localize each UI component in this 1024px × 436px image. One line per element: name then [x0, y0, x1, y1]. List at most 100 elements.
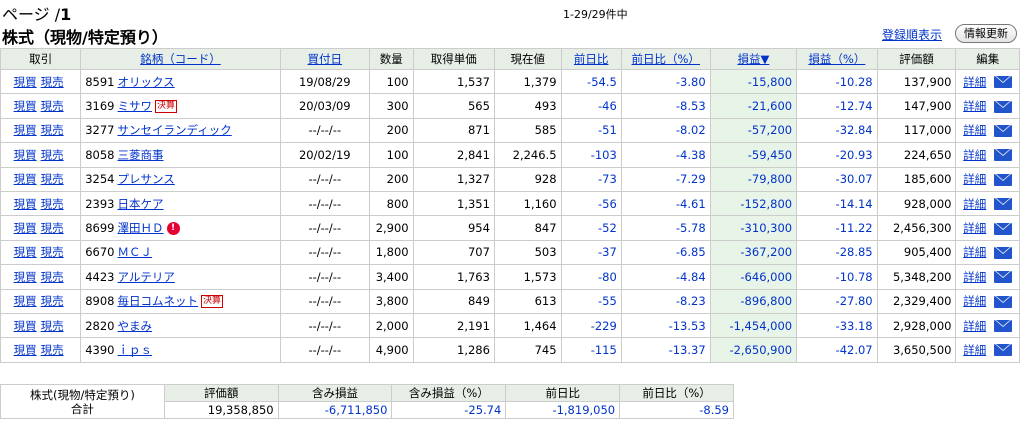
- acquisition-price: 1,327: [412, 166, 495, 192]
- mail-icon[interactable]: [994, 198, 1013, 211]
- profit-loss-pct: -27.80: [796, 288, 878, 314]
- detail-link[interactable]: 詳細: [963, 75, 986, 89]
- buy-link[interactable]: 現買: [14, 172, 37, 186]
- stock-code: 3169: [85, 99, 115, 114]
- buy-link[interactable]: 現買: [14, 343, 37, 357]
- detail-link[interactable]: 詳細: [963, 99, 986, 113]
- mail-icon[interactable]: [994, 100, 1013, 113]
- quantity: 300: [368, 93, 414, 119]
- detail-link[interactable]: 詳細: [963, 148, 986, 162]
- detail-link[interactable]: 詳細: [963, 123, 986, 137]
- detail-link[interactable]: 詳細: [963, 221, 986, 235]
- edit-cell: 詳細: [955, 93, 1020, 119]
- day-change: -80: [560, 264, 622, 290]
- quantity: 4,900: [368, 337, 414, 363]
- mail-icon[interactable]: [994, 271, 1013, 284]
- page-indicator: ページ /1: [2, 1, 71, 25]
- mail-icon[interactable]: [994, 344, 1013, 357]
- purchase-date: --/--/--: [279, 337, 370, 363]
- stock-name-link[interactable]: 澤田ＨＤ: [118, 221, 164, 235]
- sell-link[interactable]: 現売: [41, 319, 64, 333]
- day-change: -52: [560, 215, 622, 241]
- summary-label-line1: 株式(現物/特定預り): [29, 387, 135, 402]
- mail-icon[interactable]: [994, 222, 1013, 235]
- stock-code: 3254: [85, 172, 115, 187]
- edit-cell: 詳細: [955, 190, 1020, 217]
- sell-link[interactable]: 現売: [41, 148, 64, 162]
- sell-link[interactable]: 現売: [41, 270, 64, 284]
- edit-cell: 詳細: [955, 264, 1020, 290]
- day-change: -73: [560, 166, 622, 192]
- stock-name-link[interactable]: アルテリア: [118, 270, 175, 284]
- sell-link[interactable]: 現売: [41, 245, 64, 259]
- stock-name-link[interactable]: プレサンス: [118, 172, 175, 186]
- column-header[interactable]: 前日比: [560, 48, 622, 70]
- market-value: 3,650,500: [876, 337, 957, 363]
- stock-code: 8058: [85, 147, 115, 162]
- table-row: 現買 現売 6670 ＭＣＪ --/--/-- 1,800 707 503 -37 -6.85 -3…: [0, 239, 1020, 266]
- stock-name-link[interactable]: ミサワ: [118, 99, 153, 113]
- edit-cell: 詳細: [955, 166, 1020, 192]
- sell-link[interactable]: 現売: [41, 294, 64, 308]
- table-row: 現買 現売 2393 日本ケア --/--/-- 800 1,351 1,160 -56 -4.6…: [0, 190, 1020, 217]
- column-header[interactable]: 損益（%）: [796, 48, 878, 70]
- buy-link[interactable]: 現買: [14, 123, 37, 137]
- mail-icon[interactable]: [994, 320, 1013, 333]
- sell-link[interactable]: 現売: [41, 99, 64, 113]
- trade-cell: 現買 現売: [0, 68, 82, 95]
- mail-icon[interactable]: [994, 246, 1013, 259]
- trade-cell: 現買 現売: [0, 215, 82, 241]
- buy-link[interactable]: 現買: [14, 245, 37, 259]
- stock-name-link[interactable]: ＭＣＪ: [118, 245, 153, 259]
- mail-icon[interactable]: [994, 149, 1013, 162]
- detail-link[interactable]: 詳細: [963, 294, 986, 308]
- sell-link[interactable]: 現売: [41, 197, 64, 211]
- purchase-date: 20/02/19: [279, 142, 370, 168]
- buy-link[interactable]: 現買: [14, 75, 37, 89]
- column-header[interactable]: 銘柄（コード）: [80, 48, 281, 70]
- buy-link[interactable]: 現買: [14, 294, 37, 308]
- profit-loss: -367,200: [709, 239, 798, 266]
- buy-link[interactable]: 現買: [14, 221, 37, 235]
- table-row: 現買 現売 4390 ｉｐｓ --/--/-- 4,900 1,286 745 -115 -13.…: [0, 337, 1020, 363]
- mail-icon[interactable]: [994, 76, 1013, 89]
- detail-link[interactable]: 詳細: [963, 343, 986, 357]
- detail-link[interactable]: 詳細: [963, 270, 986, 284]
- profit-loss-pct: -20.93: [796, 142, 878, 168]
- detail-link[interactable]: 詳細: [963, 172, 986, 186]
- stock-cell: 8699 澤田ＨＤ!: [80, 215, 281, 241]
- sort-by-registration-link[interactable]: 登録順表示: [882, 26, 942, 43]
- buy-link[interactable]: 現買: [14, 148, 37, 162]
- current-price: 1,464: [493, 312, 562, 339]
- sell-link[interactable]: 現売: [41, 343, 64, 357]
- mail-icon[interactable]: [994, 173, 1013, 186]
- profit-loss: -15,800: [709, 68, 798, 95]
- stock-name-link[interactable]: 日本ケア: [118, 197, 164, 211]
- column-header[interactable]: 前日比（%）: [620, 48, 711, 70]
- stock-name-link[interactable]: 毎日コムネット: [118, 294, 199, 308]
- mail-icon[interactable]: [994, 124, 1013, 137]
- stock-name-link[interactable]: 三菱商事: [118, 148, 164, 162]
- sell-link[interactable]: 現売: [41, 221, 64, 235]
- buy-link[interactable]: 現買: [14, 270, 37, 284]
- detail-link[interactable]: 詳細: [963, 245, 986, 259]
- sell-link[interactable]: 現売: [41, 172, 64, 186]
- detail-link[interactable]: 詳細: [963, 319, 986, 333]
- purchase-date: --/--/--: [279, 215, 370, 241]
- stock-name-link[interactable]: ｉｐｓ: [118, 343, 153, 357]
- stock-name-link[interactable]: オリックス: [118, 75, 175, 89]
- column-header[interactable]: 損益▼: [709, 48, 798, 70]
- buy-link[interactable]: 現買: [14, 99, 37, 113]
- summary-label-line2: 合計: [70, 401, 94, 416]
- buy-link[interactable]: 現買: [14, 197, 37, 211]
- table-row: 現買 現売 3277 サンセイランディック --/--/-- 200 871 585 -51 -8…: [0, 117, 1020, 144]
- buy-link[interactable]: 現買: [14, 319, 37, 333]
- sell-link[interactable]: 現売: [41, 75, 64, 89]
- stock-name-link[interactable]: やまみ: [118, 319, 153, 333]
- column-header[interactable]: 買付日: [279, 48, 370, 70]
- sell-link[interactable]: 現売: [41, 123, 64, 137]
- stock-name-link[interactable]: サンセイランディック: [118, 123, 232, 137]
- mail-icon[interactable]: [994, 295, 1013, 308]
- refresh-button[interactable]: 情報更新: [955, 24, 1017, 43]
- detail-link[interactable]: 詳細: [963, 197, 986, 211]
